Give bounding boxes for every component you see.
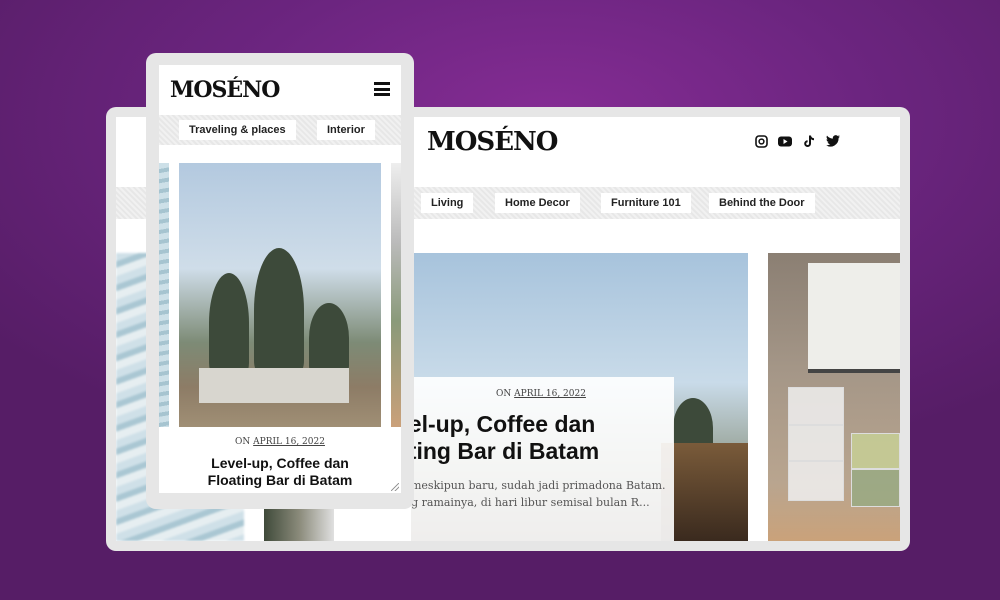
mobile-site-logo[interactable]: MOSÉNO [170,77,280,103]
mobile-post-title[interactable]: Level-up, Coffee dan Floating Bar di Bat… [159,455,401,489]
post-title-line-1: Level-up, Coffee dan [211,455,349,471]
instagram-icon[interactable] [754,134,768,148]
nav-item-furniture-101[interactable]: Furniture 101 [601,193,691,213]
hamburger-menu-icon[interactable] [374,82,390,96]
resize-grip-icon[interactable] [391,483,399,491]
mobile-category-nav: Traveling & places Interior [159,115,401,145]
excerpt-line-2: ng ramainya, di hari libur semisal bulan… [404,496,650,509]
nav-item-interior[interactable]: Interior [317,120,375,140]
post-title[interactable]: vel-up, Coffee dan ating Bar di Batam [396,411,676,465]
post-title-line-2: ating Bar di Batam [396,438,600,464]
nav-item-living[interactable]: Living [421,193,474,213]
excerpt-line-1: , meskipun baru, sudah jadi primadona Ba… [404,479,666,492]
fridge-shape [808,263,900,373]
container-shape [788,387,844,425]
social-links [754,134,840,148]
date-prefix: ON [496,389,512,399]
previous-slide-thumbnail[interactable] [264,509,334,541]
date-link[interactable]: APRIL 16, 2022 [514,389,586,399]
next-slide-image[interactable] [391,163,401,427]
twitter-icon[interactable] [826,134,840,148]
tree-shape [254,248,304,373]
tree-shape [209,273,249,373]
previous-slide-image[interactable] [159,163,169,427]
building-shape [199,368,349,403]
date-link[interactable]: APRIL 16, 2022 [253,437,325,447]
container-shape [788,425,844,461]
tiktok-icon[interactable] [802,134,816,148]
post-title-line-1: vel-up, Coffee dan [396,411,596,437]
container-shape [851,469,900,507]
post-excerpt: , meskipun baru, sudah jadi primadona Ba… [404,477,694,511]
mobile-page: MOSÉNO Traveling & places Interior ON AP… [159,65,401,493]
mobile-post-date: ON APRIL 16, 2022 [159,437,401,447]
date-prefix: ON [235,437,251,447]
tree-shape [309,303,349,373]
featured-post-card[interactable]: ON APRIL 16, 2022 vel-up, Coffee dan ati… [396,377,674,541]
mobile-featured-post-image[interactable] [179,163,381,427]
container-shape [851,433,900,469]
mobile-preview-frame: MOSÉNO Traveling & places Interior ON AP… [146,53,414,509]
post-date: ON APRIL 16, 2022 [496,389,586,399]
youtube-icon[interactable] [778,134,792,148]
nav-item-behind-the-door[interactable]: Behind the Door [709,193,815,213]
post-title-line-2: Floating Bar di Batam [207,472,353,488]
site-logo[interactable]: MOSÉNO [427,127,558,157]
nav-item-traveling-places[interactable]: Traveling & places [179,120,296,140]
nav-item-home-decor[interactable]: Home Decor [495,193,580,213]
container-shape [788,461,844,501]
